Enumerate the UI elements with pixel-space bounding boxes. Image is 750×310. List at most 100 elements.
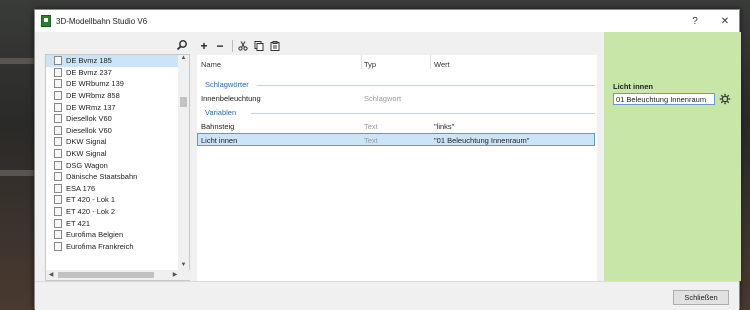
gear-icon[interactable] [719, 93, 731, 105]
list-item[interactable]: DE WRmz 137 [46, 101, 179, 113]
document-icon [54, 172, 62, 182]
document-icon [54, 218, 62, 228]
table-row[interactable]: Bahnsteig Text "links" [197, 120, 595, 132]
vertical-scrollbar[interactable]: ▲ ▼ [178, 55, 189, 271]
group-divider [251, 113, 595, 114]
list-item[interactable]: ET 421 [46, 217, 179, 229]
list-item[interactable]: DE WRbmz 858 [46, 90, 179, 102]
list-item-label: DE Bvmz 185 [66, 56, 112, 66]
horizontal-scrollbar[interactable]: ◀ ▶ [46, 270, 191, 280]
remove-icon[interactable]: − [213, 39, 227, 53]
title-bar: 3D-Modellbahn Studio V6 ? ✕ [35, 10, 739, 32]
row-value: "links" [434, 122, 455, 131]
column-header-name[interactable]: Name [201, 60, 221, 69]
list-item-label: Eurofima Frankreich [66, 241, 134, 251]
document-icon [54, 114, 62, 124]
paste-icon[interactable] [268, 39, 282, 53]
close-button[interactable]: Schließen [673, 290, 729, 305]
list-item[interactable]: DSG Wagon [46, 159, 179, 171]
group-header-variables: Variablen [201, 108, 597, 119]
column-header-value[interactable]: Wert [434, 60, 450, 69]
window-title: 3D-Modellbahn Studio V6 [56, 16, 148, 26]
scroll-right-icon[interactable]: ▶ [170, 270, 180, 280]
cut-icon[interactable] [236, 39, 250, 53]
group-label: Schlagwörter [205, 80, 249, 89]
row-name: Innenbeleuchtung [201, 94, 261, 103]
row-type: Schlagwort [364, 94, 402, 103]
list-item-label: Dänische Staatsbahn [66, 172, 138, 182]
background-decoration [0, 170, 34, 176]
list-item-label: DE WRbmz 858 [66, 91, 120, 101]
left-panel: DE Bvmz 185 DE Bvmz 237 DE WRbumz 139 DE WR… [45, 38, 191, 281]
document-icon [54, 241, 62, 251]
toolbar: + − [197, 38, 284, 54]
row-name: Bahnsteig [201, 122, 235, 131]
property-editor-panel: Licht innen [604, 32, 741, 281]
close-window-button[interactable]: ✕ [710, 10, 740, 32]
scroll-left-icon[interactable]: ◀ [46, 270, 56, 280]
row-type: Text [364, 136, 378, 145]
row-value: "01 Beleuchtung Innenraum" [434, 136, 530, 145]
row-type: Text [364, 122, 378, 131]
group-label: Variablen [205, 108, 237, 117]
add-icon[interactable]: + [197, 39, 211, 53]
list-item-label: DE Bvmz 237 [66, 67, 112, 77]
document-icon [54, 91, 62, 101]
scroll-thumb[interactable] [58, 272, 154, 278]
list-item[interactable]: DKW Signal [46, 148, 179, 160]
document-icon [54, 67, 62, 77]
list-item[interactable]: Diesellok V60 [46, 113, 179, 125]
scroll-up-icon[interactable]: ▲ [178, 55, 189, 64]
list-item[interactable]: ET 420 - Lok 1 [46, 194, 179, 206]
document-icon [54, 160, 62, 170]
group-divider [257, 85, 595, 86]
list-item-label: ET 421 [66, 218, 91, 228]
property-label: Licht innen [613, 82, 653, 91]
list-item-label: DKW Signal [66, 149, 107, 159]
list-item-label: Diesellok V60 [66, 114, 112, 124]
table-row-selected[interactable]: Licht innen Text "01 Beleuchtung Innenra… [197, 133, 595, 146]
document-icon [54, 230, 62, 240]
property-grid: Name Typ Wert Schlagwörter Innenbeleucht… [197, 55, 597, 281]
list-item[interactable]: ET 420 - Lok 2 [46, 206, 179, 218]
list-item-label: DKW Signal [66, 137, 107, 147]
document-icon [54, 125, 62, 135]
list-items: DE Bvmz 185 DE Bvmz 237 DE WRbumz 139 DE WR… [46, 55, 179, 271]
table-row[interactable]: Innenbeleuchtung Schlagwort [197, 92, 595, 104]
column-divider[interactable] [430, 55, 431, 69]
property-value-input[interactable] [613, 93, 715, 105]
list-item[interactable]: DKW Signal [46, 136, 179, 148]
scroll-thumb[interactable] [180, 97, 187, 107]
list-item[interactable]: Eurofima Belgien [46, 229, 179, 241]
list-item-label: Eurofima Belgien [66, 230, 124, 240]
document-icon [54, 149, 62, 159]
toolbar-divider [232, 40, 233, 52]
list-item[interactable]: Diesellok V60 [46, 125, 179, 137]
search-icon[interactable] [176, 39, 188, 51]
studio-dialog: 3D-Modellbahn Studio V6 ? ✕ DE Bvmz 185 D… [34, 9, 741, 310]
grid-header: Name Typ Wert [197, 55, 597, 71]
column-header-type[interactable]: Typ [364, 60, 376, 69]
column-divider[interactable] [361, 55, 362, 69]
copy-icon[interactable] [252, 39, 266, 53]
list-item[interactable]: Eurofima Frankreich [46, 241, 179, 253]
document-icon [54, 102, 62, 112]
list-item[interactable]: DE Bvmz 237 [46, 67, 179, 79]
document-icon [54, 137, 62, 147]
list-item-label: ET 420 - Lok 1 [66, 195, 116, 205]
list-item[interactable]: DE WRbumz 139 [46, 78, 179, 90]
list-item-label: ESA 176 [66, 183, 96, 193]
row-name: Licht innen [201, 136, 238, 145]
background-decoration [0, 58, 34, 64]
list-item[interactable]: Dänische Staatsbahn [46, 171, 179, 183]
list-item-label: ET 420 - Lok 2 [66, 207, 116, 217]
group-header-keywords: Schlagwörter [201, 80, 597, 91]
help-button[interactable]: ? [680, 10, 710, 32]
list-item[interactable]: ESA 176 [46, 183, 179, 195]
document-icon [54, 56, 62, 66]
model-list[interactable]: DE Bvmz 185 DE Bvmz 237 DE WRbumz 139 DE WR… [45, 54, 191, 281]
dialog-footer: Schließen [35, 281, 739, 310]
list-item-label: DE WRmz 137 [66, 102, 116, 112]
list-item[interactable]: DE Bvmz 185 [46, 55, 179, 67]
document-icon [54, 79, 62, 89]
